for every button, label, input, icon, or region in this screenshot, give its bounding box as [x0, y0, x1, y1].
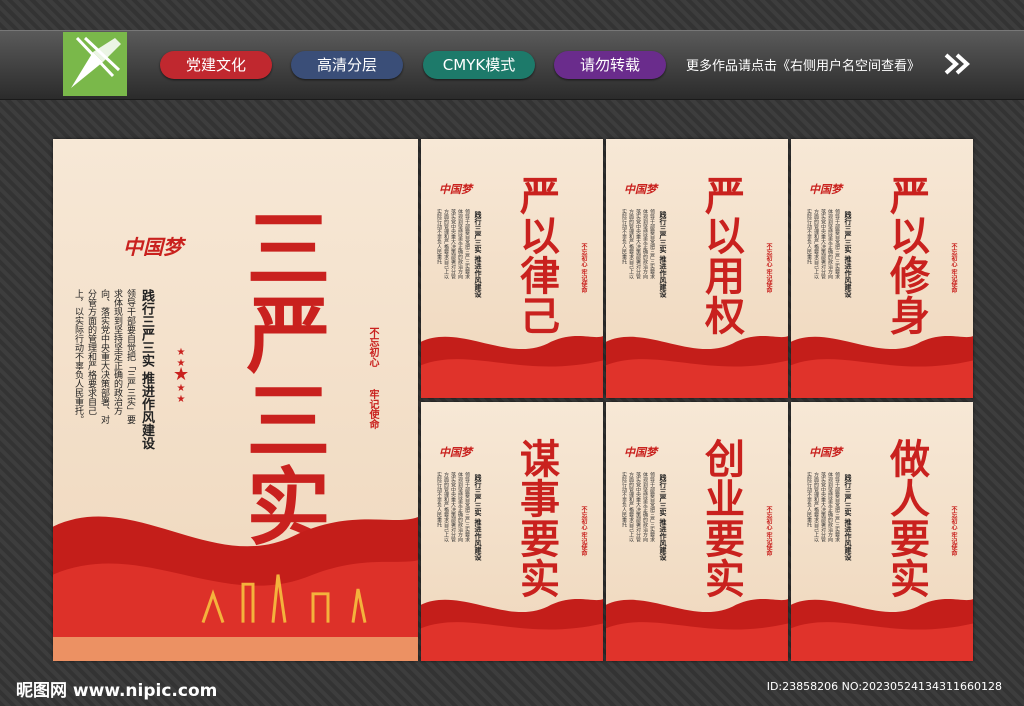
poster-brand: 中国梦: [439, 446, 472, 459]
main-slogan-1: 不忘初心: [367, 327, 378, 367]
pen-nib-icon: [63, 32, 127, 96]
poster-red-wave: [421, 598, 603, 661]
poster-body: 领导干部要自觉把三严三实要求体现到坚持坚定正确的政治方向落实党中央重大决策部署对…: [621, 472, 655, 542]
poster-body: 领导干部要自觉把三严三实要求体现到坚持坚定正确的政治方向落实党中央重大决策部署对…: [806, 209, 840, 279]
poster-title: 严以修身: [883, 175, 930, 335]
poster-title: 创业要实: [698, 438, 745, 598]
poster-mou-shi-yao-shi: 中国梦 践行三严三实 推进作风建设 领导干部要自觉把三严三实要求体现到坚持坚定正…: [421, 402, 603, 661]
header-notice[interactable]: 更多作品请点击《右侧用户名空间查看》: [686, 55, 920, 74]
poster-brand: 中国梦: [439, 183, 472, 196]
poster-subtitle: 践行三严三实 推进作风建设: [844, 474, 853, 561]
main-red-wave: [53, 516, 418, 661]
site-logo[interactable]: [63, 32, 127, 96]
poster-red-wave: [606, 335, 788, 398]
poster-zuo-ren-yao-shi: 中国梦 践行三严三实 推进作风建设 领导干部要自觉把三严三实要求体现到坚持坚定正…: [791, 402, 973, 661]
poster-body: 领导干部要自觉把三严三实要求体现到坚持坚定正确的政治方向落实党中央重大决策部署对…: [436, 472, 470, 542]
tag-cmyk-mode[interactable]: CMYK模式: [423, 51, 535, 79]
main-slogan-2: 牢记使命: [367, 389, 378, 429]
poster-yan-yi-xiu-shen: 中国梦 践行三严三实 推进作风建设 领导干部要自觉把三严三实要求体现到坚持坚定正…: [791, 139, 973, 398]
site-watermark: 昵图网 www.nipic.com: [16, 681, 218, 701]
poster-slogan: 不忘初心 牢记使命: [765, 506, 772, 557]
poster-slogan: 不忘初心 牢记使命: [580, 243, 587, 294]
poster-red-wave: [421, 335, 603, 398]
poster-brand: 中国梦: [809, 183, 842, 196]
poster-red-wave: [791, 598, 973, 661]
poster-yan-yi-lv-ji: 中国梦 践行三严三实 推进作风建设 领导干部要自觉把三严三实要求体现到坚持坚定正…: [421, 139, 603, 398]
poster-red-wave: [606, 598, 788, 661]
poster-subtitle: 践行三严三实 推进作风建设: [659, 474, 668, 561]
main-stars: ★ ★ ★ ★ ★: [173, 347, 190, 405]
poster-slogan: 不忘初心 牢记使命: [950, 506, 957, 557]
poster-subtitle: 践行三严三实 推进作风建设: [474, 211, 483, 298]
poster-yan-yi-yong-quan: 中国梦 践行三严三实 推进作风建设 领导干部要自觉把三严三实要求体现到坚持坚定正…: [606, 139, 788, 398]
tag-hd-layers[interactable]: 高清分层: [291, 51, 403, 79]
poster-body: 领导干部要自觉把三严三实要求体现到坚持坚定正确的政治方向落实党中央重大决策部署对…: [621, 209, 655, 279]
poster-slogan: 不忘初心 牢记使命: [950, 243, 957, 294]
poster-slogan: 不忘初心 牢记使命: [765, 243, 772, 294]
poster-title: 做人要实: [883, 438, 930, 598]
tag-party-culture[interactable]: 党建文化: [160, 51, 272, 79]
poster-subtitle: 践行三严三实 推进作风建设: [659, 211, 668, 298]
poster-subtitle: 践行三严三实 推进作风建设: [844, 211, 853, 298]
poster-title: 严以律己: [513, 175, 560, 335]
double-chevron-right-icon[interactable]: [944, 53, 970, 75]
poster-brand: 中国梦: [809, 446, 842, 459]
main-subtitle: 践行三严三实 推进作风建设: [139, 289, 154, 450]
poster-subtitle: 践行三严三实 推进作风建设: [474, 474, 483, 561]
image-id: ID:23858206 NO:20230524134311660128: [766, 680, 1002, 693]
poster-chuang-ye-yao-shi: 中国梦 践行三严三实 推进作风建设 领导干部要自觉把三严三实要求体现到坚持坚定正…: [606, 402, 788, 661]
poster-body: 领导干部要自觉把三严三实要求体现到坚持坚定正确的政治方向落实党中央重大决策部署对…: [436, 209, 470, 279]
poster-red-wave: [791, 335, 973, 398]
poster-slogan: 不忘初心 牢记使命: [580, 506, 587, 557]
main-brand: 中国梦: [123, 235, 183, 259]
poster-body: 领导干部要自觉把三严三实要求体现到坚持坚定正确的政治方向落实党中央重大决策部署对…: [806, 472, 840, 542]
poster-title: 严以用权: [698, 175, 745, 335]
main-body: 领导干部要自觉把「三严三实」要求体现到坚持坚定正确的政治方向、落实党中央重大决策…: [73, 289, 135, 424]
main-poster: 中国梦 践行三严三实 推进作风建设 领导干部要自觉把「三严三实」要求体现到坚持坚…: [53, 139, 418, 661]
poster-title: 谋事要实: [513, 438, 560, 598]
poster-brand: 中国梦: [624, 183, 657, 196]
poster-brand: 中国梦: [624, 446, 657, 459]
tag-no-repost[interactable]: 请勿转载: [554, 51, 666, 79]
